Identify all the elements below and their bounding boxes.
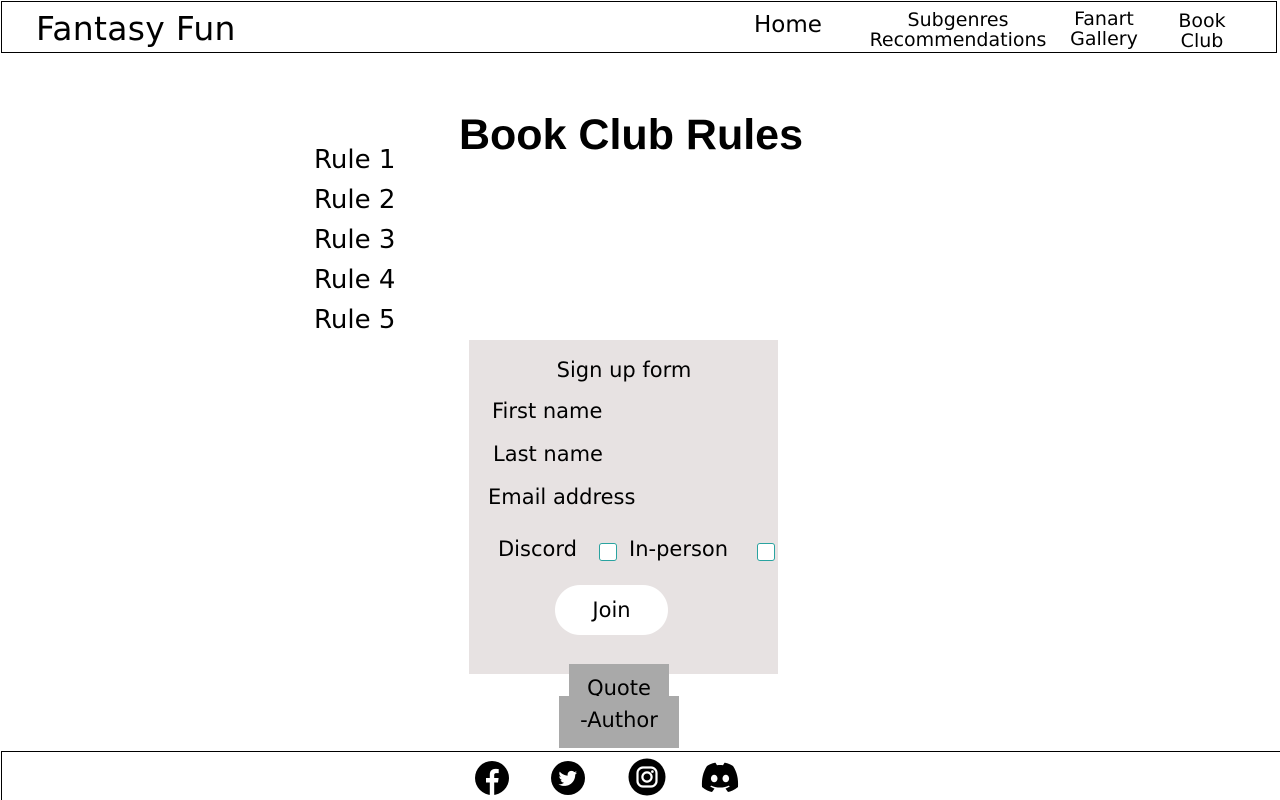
in-person-option-label: In-person bbox=[629, 537, 729, 561]
discord-option-label: Discord bbox=[498, 537, 577, 561]
rule-item: Rule 3 bbox=[314, 225, 396, 255]
page-title: Book Club Rules bbox=[458, 110, 804, 159]
nav-fanart-line1: Fanart bbox=[1074, 8, 1134, 30]
last-name-field[interactable]: Last name bbox=[493, 442, 603, 466]
nav-book-club-link[interactable]: Book Club bbox=[1168, 11, 1236, 51]
discord-icon[interactable] bbox=[699, 759, 741, 797]
rules-list: Rule 1 Rule 2 Rule 3 Rule 4 Rule 5 bbox=[314, 142, 395, 342]
join-button[interactable]: Join bbox=[555, 585, 668, 635]
signup-form: Sign up form First name Last name Email … bbox=[469, 340, 778, 674]
nav-subgenres-line1: Subgenres bbox=[907, 9, 1009, 31]
signup-form-title: Sign up form bbox=[556, 358, 692, 382]
nav-subgenres-recommendations-link[interactable]: Subgenres Recommendations bbox=[860, 10, 1056, 50]
facebook-icon[interactable] bbox=[475, 761, 509, 795]
quote-text: Quote bbox=[569, 664, 669, 700]
nav-fanart-gallery-link[interactable]: Fanart Gallery bbox=[1066, 9, 1142, 49]
nav-fanart-line2: Gallery bbox=[1070, 28, 1138, 50]
top-navigation-bar: Fantasy Fun Home Subgenres Recommendatio… bbox=[1, 1, 1277, 53]
nav-home-link[interactable]: Home bbox=[754, 13, 822, 37]
nav-subgenres-line2: Recommendations bbox=[869, 29, 1047, 51]
email-field[interactable]: Email address bbox=[488, 485, 635, 509]
footer bbox=[1, 751, 1280, 800]
quote-author: -Author bbox=[559, 696, 679, 748]
rule-item: Rule 1 bbox=[314, 145, 396, 175]
twitter-icon[interactable] bbox=[551, 761, 585, 795]
nav-bookclub-line1: Book bbox=[1178, 10, 1226, 32]
first-name-field[interactable]: First name bbox=[492, 399, 602, 423]
rule-item: Rule 2 bbox=[314, 185, 396, 215]
rule-item: Rule 5 bbox=[314, 305, 396, 335]
site-logo[interactable]: Fantasy Fun bbox=[36, 9, 236, 48]
discord-checkbox[interactable] bbox=[599, 543, 617, 561]
rule-item: Rule 4 bbox=[314, 265, 396, 295]
nav-bookclub-line2: Club bbox=[1180, 30, 1224, 52]
in-person-checkbox[interactable] bbox=[757, 543, 775, 561]
instagram-icon[interactable] bbox=[628, 758, 666, 796]
page: Fantasy Fun Home Subgenres Recommendatio… bbox=[0, 0, 1280, 800]
